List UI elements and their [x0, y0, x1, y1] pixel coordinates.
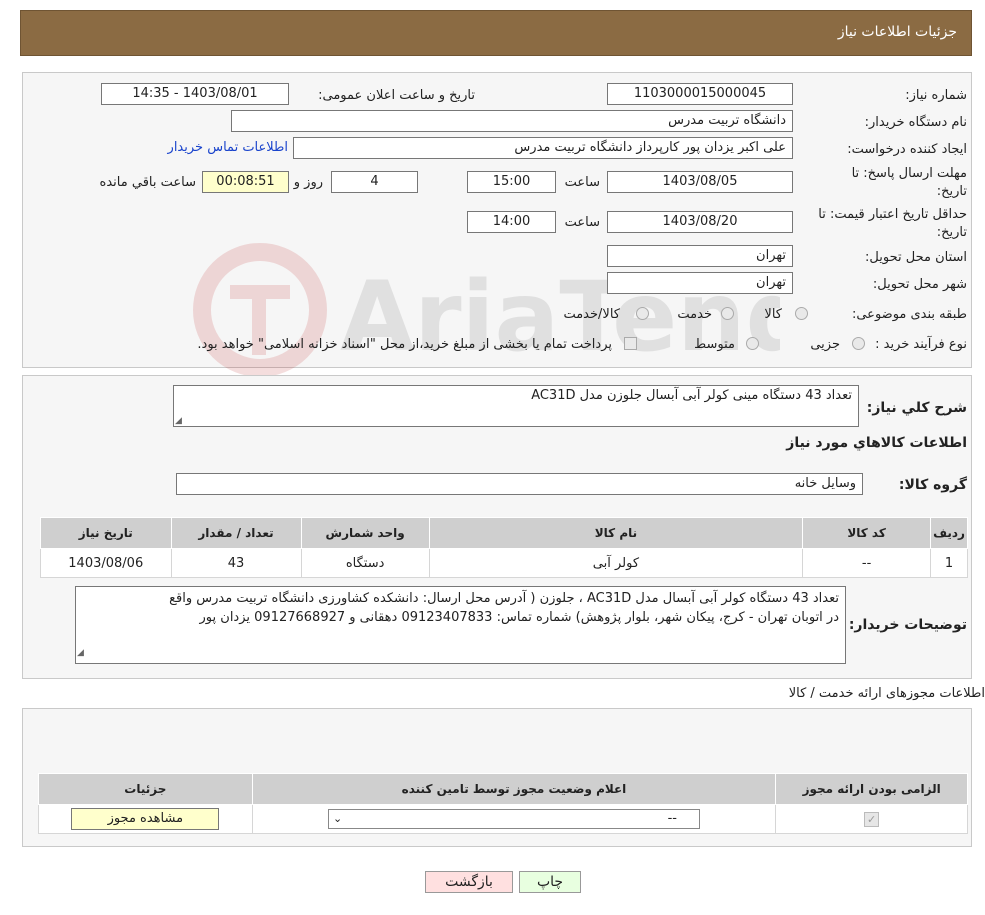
cell-name: کولر آبی — [428, 548, 804, 578]
category-radio-service[interactable] — [721, 307, 734, 320]
col-permit-required: الزامی بودن ارائه مجوز — [775, 773, 968, 805]
buyer-notes-line2: در اتوبان تهران - کرج، پیکان شهر، بلوار … — [199, 610, 839, 625]
validity-date-field: 1403/08/20 — [607, 211, 793, 233]
col-permit-status: اعلام وضعیت مجوز توسط تامین کننده — [251, 773, 777, 805]
requester-field: علی اکبر یزدان پور کارپرداز دانشگاه تربی… — [293, 137, 793, 159]
resize-handle-icon: ◢ — [77, 648, 84, 658]
summary-label: شرح كلي نياز: — [866, 400, 967, 416]
cell-row: 1 — [930, 548, 968, 578]
city-field: تهران — [607, 272, 793, 294]
deadline-time-field: 15:00 — [467, 171, 556, 193]
col-row: ردیف — [930, 517, 968, 549]
goods-section-title: اطلاعات كالاهاي مورد نياز — [786, 435, 967, 451]
validity-time-field: 14:00 — [467, 211, 556, 233]
days-label: روز و — [293, 175, 323, 190]
back-button[interactable]: بازگشت — [425, 871, 513, 893]
goods-group-label: گروه کالا: — [898, 477, 967, 493]
validity-label-line1: حداقل تاریخ اعتبار قیمت: تا — [818, 207, 967, 222]
print-button[interactable]: چاپ — [519, 871, 581, 893]
permit-status-value: -- — [667, 811, 677, 826]
province-field: تهران — [607, 245, 793, 267]
validity-time-label: ساعت — [564, 215, 600, 230]
page-header: جزئیات اطلاعات نیاز — [20, 10, 972, 56]
need-number-label: شماره نیاز: — [905, 88, 967, 103]
treasury-note: پرداخت تمام یا بخشی از مبلغ خرید،از محل … — [197, 337, 612, 352]
category-option-goods: کالا — [764, 307, 782, 322]
category-radio-goods-service[interactable] — [636, 307, 649, 320]
deadline-time-label: ساعت — [564, 175, 600, 190]
purchase-option-minor: جزیی — [810, 337, 840, 352]
col-qty: تعداد / مقدار — [170, 517, 302, 549]
cell-unit: دستگاه — [300, 548, 430, 578]
category-option-service: خدمت — [677, 307, 712, 322]
col-code: کد کالا — [802, 517, 932, 549]
need-number-field: 1103000015000045 — [607, 83, 793, 105]
permit-status-select[interactable]: -- ⌄ — [327, 809, 700, 829]
permits-table-header: الزامی بودن ارائه مجوز اعلام وضعیت مجوز … — [38, 773, 968, 805]
deadline-label-line2: تاریخ: — [936, 184, 967, 199]
treasury-checkbox[interactable] — [624, 337, 637, 350]
city-label: شهر محل تحویل: — [872, 277, 967, 292]
buyer-notes-textarea: تعداد 43 دستگاه کولر آبی آبسال مدل AC31D… — [75, 586, 846, 664]
purchase-radio-minor[interactable] — [852, 337, 865, 350]
announce-field: 1403/08/01 - 14:35 — [101, 83, 289, 105]
cell-qty: 43 — [170, 548, 302, 578]
purchase-type-label: نوع فرآیند خرید : — [875, 337, 967, 352]
col-date: تاریخ نیاز — [40, 517, 172, 549]
requester-label: ایجاد کننده درخواست: — [847, 142, 967, 157]
buyer-notes-label: توضیحات خریدار: — [848, 617, 967, 633]
announce-label: تاریخ و ساعت اعلان عمومی: — [318, 88, 475, 103]
deadline-label-line1: مهلت ارسال پاسخ: تا — [851, 166, 967, 181]
purchase-radio-medium[interactable] — [746, 337, 759, 350]
goods-group-field: وسایل خانه — [176, 473, 863, 495]
remaining-time-field: 00:08:51 — [202, 171, 289, 193]
cell-date: 1403/08/06 — [40, 548, 172, 578]
category-label: طبقه بندی موضوعی: — [851, 307, 967, 322]
col-name: نام کالا — [428, 517, 804, 549]
validity-label-line2: تاریخ: — [936, 225, 967, 240]
province-label: استان محل تحویل: — [865, 250, 967, 265]
remaining-label: ساعت باقي مانده — [99, 175, 196, 190]
permits-table: الزامی بودن ارائه مجوز اعلام وضعیت مجوز … — [38, 773, 968, 834]
checkbox-checked-icon[interactable]: ✓ — [864, 811, 880, 827]
deadline-date-field: 1403/08/05 — [607, 171, 793, 193]
buyer-contact-link[interactable]: اطلاعات تماس خریدار — [168, 140, 288, 155]
goods-table-header: ردیف کد کالا نام کالا واحد شمارش تعداد /… — [40, 517, 968, 549]
summary-text: تعداد 43 دستگاه مینی کولر آبی آبسال جلوز… — [531, 388, 852, 403]
cell-code: -- — [802, 548, 932, 578]
cell-permit-status: -- ⌄ — [251, 804, 777, 834]
cell-permit-required: ✓ — [775, 804, 968, 834]
category-option-goods-service: کالا/خدمت — [563, 307, 620, 322]
purchase-option-medium: متوسط — [694, 337, 735, 352]
table-row: 1 -- کولر آبی دستگاه 43 1403/08/06 — [40, 548, 968, 578]
chevron-down-icon: ⌄ — [332, 812, 343, 825]
table-row: ✓ -- ⌄ مشاهده مجوز — [38, 804, 968, 834]
view-permit-button[interactable]: مشاهده مجوز — [71, 808, 220, 830]
col-unit: واحد شمارش — [300, 517, 430, 549]
category-radio-goods[interactable] — [795, 307, 808, 320]
buyer-org-label: نام دستگاه خریدار: — [864, 115, 967, 130]
permits-title: اطلاعات مجوزهای ارائه خدمت / کالا — [788, 686, 985, 701]
col-permit-details: جزئیات — [38, 773, 253, 805]
resize-handle-icon: ◢ — [175, 416, 182, 426]
summary-textarea: تعداد 43 دستگاه مینی کولر آبی آبسال جلوز… — [173, 385, 859, 427]
cell-permit-details: مشاهده مجوز — [38, 804, 253, 834]
page-title: جزئیات اطلاعات نیاز — [837, 24, 957, 40]
buyer-notes-line1: تعداد 43 دستگاه کولر آبی آبسال مدل AC31D… — [169, 591, 839, 606]
goods-table: ردیف کد کالا نام کالا واحد شمارش تعداد /… — [40, 517, 968, 578]
buyer-org-field: دانشگاه تربیت مدرس — [231, 110, 793, 132]
days-field: 4 — [331, 171, 418, 193]
